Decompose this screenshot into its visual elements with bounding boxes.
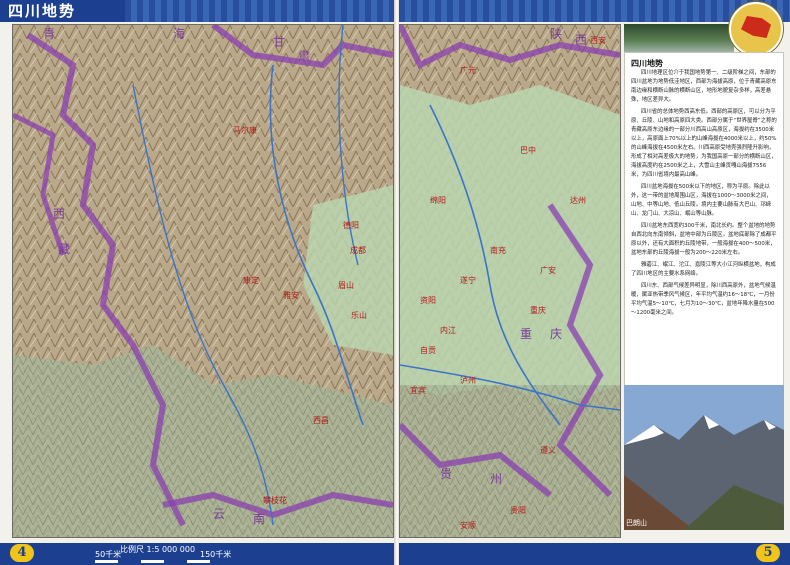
panel-paragraph-6: 四川东、西部气候差异明显，除川西高原外，盆地气候温暖，属亚热带季风气候区，年平均… <box>631 283 776 316</box>
city-label-meishan[interactable]: 眉山 <box>338 280 354 291</box>
region-label-chongqing-1: 重 <box>520 327 539 341</box>
panel-body: 四川地理区位介于我国地势第一、二级阶梯之间，东部的四川盆地为地势低洼地区，西部为… <box>631 69 777 318</box>
city-label-zunyi[interactable]: 遵义 <box>540 445 556 456</box>
city-label-leshan[interactable]: 乐山 <box>351 310 367 321</box>
city-label-chengdu[interactable]: 成都 <box>350 245 366 256</box>
city-label-yibin[interactable]: 宜宾 <box>410 385 426 396</box>
city-label-maerkang[interactable]: 马尔康 <box>233 125 257 136</box>
bottom-bar-right: 5 <box>399 543 790 565</box>
terrain-map-left-svg <box>13 25 393 537</box>
terrain-map-left[interactable]: 青 海 甘 肃 西 藏 云 南 成都 德阳 乐山 眉山 雅安 西昌 攀枝花 康定… <box>12 24 394 538</box>
region-label-qinghai-1: 青 <box>43 27 62 41</box>
region-label-yunnan-1: 云 <box>213 507 232 521</box>
city-label-nanchong[interactable]: 南充 <box>490 245 506 256</box>
city-label-neijiang[interactable]: 内江 <box>440 325 456 336</box>
left-page: 四川地势 青 海 甘 肃 西 藏 云 南 成都 德阳 乐山 眉山 雅安 西昌 攀… <box>0 0 395 565</box>
city-label-xichang[interactable]: 西昌 <box>313 415 329 426</box>
city-label-suining[interactable]: 遂宁 <box>460 275 476 286</box>
city-label-luzhou[interactable]: 泸州 <box>460 375 476 386</box>
scale-bar <box>95 560 210 563</box>
region-label-xizang-1: 西 <box>53 207 72 221</box>
city-label-yaan[interactable]: 雅安 <box>283 290 299 301</box>
city-label-xian[interactable]: 西安 <box>590 35 606 46</box>
panel-paragraph-1: 四川地理区位介于我国地势第一、二级阶梯之间，东部的四川盆地为地势低洼地区，西部为… <box>631 70 777 103</box>
panel-paragraph-3: 四川盆地海拔在500米以下的地区，称为平原。除此以外，这一带的盆地周围山区，海拔… <box>631 184 772 217</box>
city-label-kangding[interactable]: 康定 <box>243 275 259 286</box>
right-page: 陕 西 重 庆 贵 州 西安 广元 巴中 达州 绵阳 南充 遂宁 广安 资阳 内… <box>399 0 790 565</box>
header-photo <box>624 24 734 52</box>
photo-caption: 巴朗山 <box>626 519 647 527</box>
china-locator-map <box>729 2 783 56</box>
scale-tick-end: 150千米 <box>200 550 232 559</box>
region-label-guizhou-1: 贵 <box>440 467 459 481</box>
terrain-map-right[interactable]: 陕 西 重 庆 贵 州 西安 广元 巴中 达州 绵阳 南充 遂宁 广安 资阳 内… <box>399 24 621 538</box>
city-label-ziyang[interactable]: 资阳 <box>420 295 436 306</box>
city-label-guiyang[interactable]: 贵阳 <box>510 505 526 516</box>
city-label-mianyang[interactable]: 绵阳 <box>430 195 446 206</box>
city-label-guangan[interactable]: 广安 <box>540 265 556 276</box>
region-label-gansu-1: 甘 <box>273 35 292 49</box>
panel-paragraph-4: 四川盆地东西宽约300千米，南北长约。整个盆地的地势自西北向东南倾斜，盆地中部为… <box>631 223 777 256</box>
bottom-bar-left: 4 比例尺 1:5 000 000 50千米 150千米 <box>0 543 395 565</box>
city-label-bazhong[interactable]: 巴中 <box>520 145 536 156</box>
page-number-left: 4 <box>10 544 34 562</box>
china-silhouette-icon <box>741 16 771 38</box>
region-label-chongqing-2: 庆 <box>550 327 569 341</box>
description-panel: 四川地势 四川地理区位介于我国地势第一、二级阶梯之间，东部的四川盆地为地势低洼地… <box>624 52 784 407</box>
title-stripe <box>125 0 395 22</box>
page-number-right: 5 <box>756 544 780 562</box>
region-label-guizhou-2: 州 <box>490 472 509 486</box>
city-label-guangyuan[interactable]: 广元 <box>460 65 476 76</box>
city-label-dazhou[interactable]: 达州 <box>570 195 586 206</box>
region-label-qinghai-2: 海 <box>173 27 192 41</box>
panel-title: 四川地势 <box>631 59 663 68</box>
region-label-xizang-2: 藏 <box>58 242 77 256</box>
mountain-photo-svg <box>624 385 784 530</box>
panel-paragraph-2: 四川省的总体地势西高东低。西部的高原区，可以分为平原、丘陵、山地和高原四大类。西… <box>631 109 777 178</box>
page-title: 四川地势 <box>0 0 133 22</box>
city-label-deyang[interactable]: 德阳 <box>343 220 359 231</box>
scale-text: 比例尺 1:5 000 000 <box>120 545 196 554</box>
panel-paragraph-5: 雅砻江、岷江、沱江、嘉陵江等大小江河纵横盆地，构成了四川地区的主要水系网络。 <box>631 262 776 277</box>
scale-tick-start: 50千米 <box>95 550 122 559</box>
city-label-zigong[interactable]: 自贡 <box>420 345 436 356</box>
city-label-anshun[interactable]: 安顺 <box>460 520 476 531</box>
city-label-chongqing[interactable]: 重庆 <box>530 305 546 316</box>
region-label-yunnan-2: 南 <box>253 512 272 526</box>
region-label-gansu-2: 肃 <box>298 49 317 63</box>
region-label-shaanxi-1: 陕 <box>550 27 569 41</box>
mountain-photo: 巴朗山 <box>624 385 784 530</box>
city-label-panzhihua[interactable]: 攀枝花 <box>263 495 287 506</box>
terrain-map-right-svg <box>400 25 620 537</box>
